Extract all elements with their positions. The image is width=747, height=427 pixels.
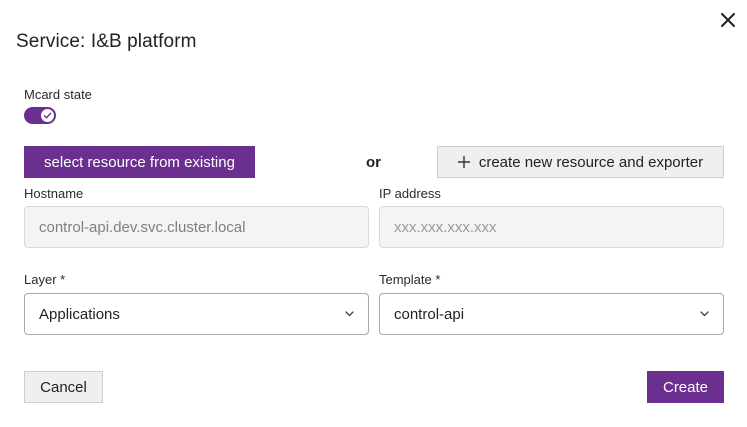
close-button[interactable] (718, 10, 738, 30)
mcard-state-toggle[interactable] (24, 107, 56, 124)
cancel-button[interactable]: Cancel (24, 371, 103, 403)
hostname-value: control-api.dev.svc.cluster.local (39, 218, 246, 236)
check-icon (43, 111, 52, 120)
ip-address-field[interactable]: xxx.xxx.xxx.xxx (379, 206, 724, 248)
chevron-down-icon (699, 309, 709, 319)
hostname-field[interactable]: control-api.dev.svc.cluster.local (24, 206, 369, 248)
mcard-state-label: Mcard state (24, 87, 92, 102)
template-label: Template * (379, 272, 441, 287)
layer-select[interactable]: Applications (24, 293, 369, 335)
or-separator: or (366, 154, 381, 171)
plus-icon (457, 156, 470, 168)
layer-selected-value: Applications (39, 305, 120, 323)
hostname-label: Hostname (24, 186, 84, 201)
template-selected-value: control-api (394, 305, 465, 323)
chevron-down-icon (344, 309, 354, 319)
toggle-knob (41, 109, 54, 122)
create-button[interactable]: Create (647, 371, 724, 403)
create-new-resource-label: create new resource and exporter (478, 153, 704, 171)
select-existing-resource-button[interactable]: select resource from existing (24, 146, 255, 178)
ip-address-placeholder: xxx.xxx.xxx.xxx (394, 218, 497, 236)
dialog-title: Service: I&B platform (16, 31, 197, 52)
create-new-resource-button[interactable]: create new resource and exporter (437, 146, 724, 178)
close-icon (721, 13, 735, 27)
template-select[interactable]: control-api (379, 293, 724, 335)
ip-address-label: IP address (379, 186, 441, 201)
layer-label: Layer * (24, 272, 66, 287)
